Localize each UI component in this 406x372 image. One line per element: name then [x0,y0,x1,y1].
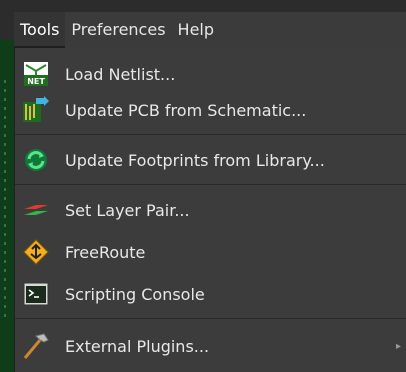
separator [15,184,406,185]
app-window: Tools Preferences Help NET Load Netlist.… [0,0,406,372]
menu-item-label: Update Footprints from Library... [65,150,325,170]
menu-item-scripting-console[interactable]: Scripting Console [15,274,406,314]
pcb-canvas-edge [0,40,14,372]
menu-item-update-footprints[interactable]: Update Footprints from Library... [15,140,406,180]
menu-item-external-plugins[interactable]: External Plugins... ▸ [15,326,406,366]
svg-text:NET: NET [27,77,45,86]
refresh-icon [21,145,51,175]
separator [15,134,406,135]
menu-item-label: Set Layer Pair... [65,200,190,220]
menu-tools[interactable]: Tools [14,12,66,48]
menu-item-set-layer-pair[interactable]: Set Layer Pair... [15,190,406,230]
update-pcb-icon [21,95,51,125]
menubar: Tools Preferences Help [14,12,406,48]
freeroute-icon [21,237,51,267]
terminal-icon [21,279,51,309]
menu-item-label: Load Netlist... [65,64,176,84]
layer-pair-icon [21,195,51,225]
menu-item-update-pcb[interactable]: Update PCB from Schematic... [15,90,406,130]
tools-menu-dropdown: NET Load Netlist... Update PCB from Sche… [14,48,406,372]
separator [15,318,406,319]
menu-item-label: FreeRoute [65,242,146,262]
hammer-icon [21,331,51,361]
menu-item-load-netlist[interactable]: NET Load Netlist... [15,54,406,94]
menu-item-freeroute[interactable]: FreeRoute [15,232,406,272]
menu-item-label: Scripting Console [65,284,205,304]
menu-help[interactable]: Help [172,12,220,48]
submenu-arrow-icon: ▸ [395,340,401,352]
menu-item-label: Update PCB from Schematic... [65,100,307,120]
menu-preferences[interactable]: Preferences [65,12,171,48]
menu-item-label: External Plugins... [65,336,210,356]
netlist-icon: NET [21,59,51,89]
